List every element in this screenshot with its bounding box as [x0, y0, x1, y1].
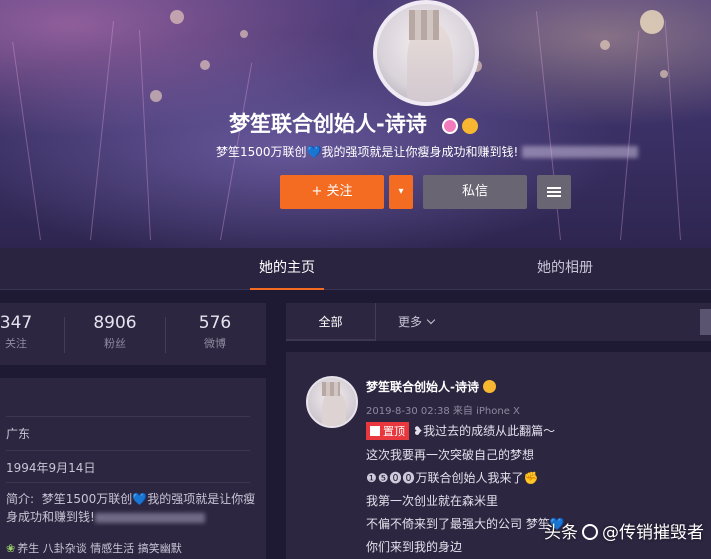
follow-button[interactable]: + 关注: [280, 175, 384, 209]
stat-label: 微博: [204, 337, 226, 350]
profile-avatar[interactable]: [373, 0, 479, 106]
info-location: 广东: [6, 416, 250, 448]
info-bio: 简介: 梦笙1500万联创💙我的强项就是让你瘦身成功和赚到钱!: [6, 492, 256, 524]
stat-posts[interactable]: 576 微博: [171, 313, 259, 351]
message-button[interactable]: 私信: [423, 175, 527, 209]
post-line: 你们来到我的身边: [366, 540, 463, 554]
post-line: 置顶 ❥我过去的成绩从此翻篇～: [366, 422, 555, 440]
info-birthday: 1994年9月14日: [6, 450, 250, 482]
vip-badge-icon[interactable]: [462, 118, 479, 134]
info-tags: ❀ 养生 八卦杂谈 情感生活 搞笑幽默: [6, 542, 182, 555]
profile-info-panel: 广东 1994年9月14日 简介: 梦笙1500万联创💙我的强项就是让你瘦身成功…: [0, 378, 266, 559]
chevron-down-icon: [426, 315, 436, 325]
pin-icon: [370, 426, 380, 436]
stat-label: 粉丝: [104, 337, 126, 350]
bio-blurred-text: [522, 146, 638, 158]
vip-badge-icon: [482, 380, 496, 393]
post-line: 这次我要再一次突破自己的梦想: [366, 448, 535, 462]
watermark: 头条 @传销摧毁者: [544, 523, 704, 543]
pinned-badge: 置顶: [366, 422, 409, 440]
post-line: 我第一次创业就在森米里: [366, 494, 499, 508]
female-icon: [442, 118, 459, 134]
feed-search-button[interactable]: [700, 309, 711, 335]
profile-name: 梦笙联合创始人-诗诗: [0, 108, 711, 138]
tab-album[interactable]: 她的相册: [520, 248, 610, 290]
post-line: ❶❺⓿⓿万联合创始人我来了✊: [366, 471, 539, 485]
post-line: 不偏不倚来到了最强大的公司 梦笙💙: [366, 517, 565, 531]
stat-value: 8906: [93, 313, 137, 333]
post-author-avatar[interactable]: [306, 376, 358, 428]
stat-value: 576: [198, 313, 232, 333]
feed-tab-all[interactable]: 全部: [286, 303, 376, 341]
tab-home[interactable]: 她的主页: [250, 248, 324, 290]
profile-bio: 梦笙1500万联创💙我的强项就是让你瘦身成功和赚到钱!: [216, 145, 519, 159]
stat-label: 关注: [5, 337, 27, 350]
stat-following[interactable]: 347 关注: [0, 313, 60, 351]
more-menu-button[interactable]: [537, 175, 571, 209]
stat-followers[interactable]: 8906 粉丝: [71, 313, 159, 351]
toutiao-logo-icon: [582, 524, 598, 540]
menu-icon: [547, 186, 561, 197]
feed-tab-more[interactable]: 更多: [386, 303, 446, 341]
post-meta[interactable]: 2019-8-30 02:38 来自 iPhone X: [366, 402, 520, 417]
follow-dropdown-button[interactable]: ▾: [389, 175, 413, 209]
post-author-name[interactable]: 梦笙联合创始人-诗诗: [366, 378, 496, 395]
profile-tabbar: 她的主页 她的相册: [0, 248, 711, 290]
feed-filter-bar: 全部 更多: [286, 303, 711, 341]
stat-value: 347: [0, 313, 33, 333]
stats-panel: 347 关注 8906 粉丝 576 微博: [0, 303, 266, 365]
